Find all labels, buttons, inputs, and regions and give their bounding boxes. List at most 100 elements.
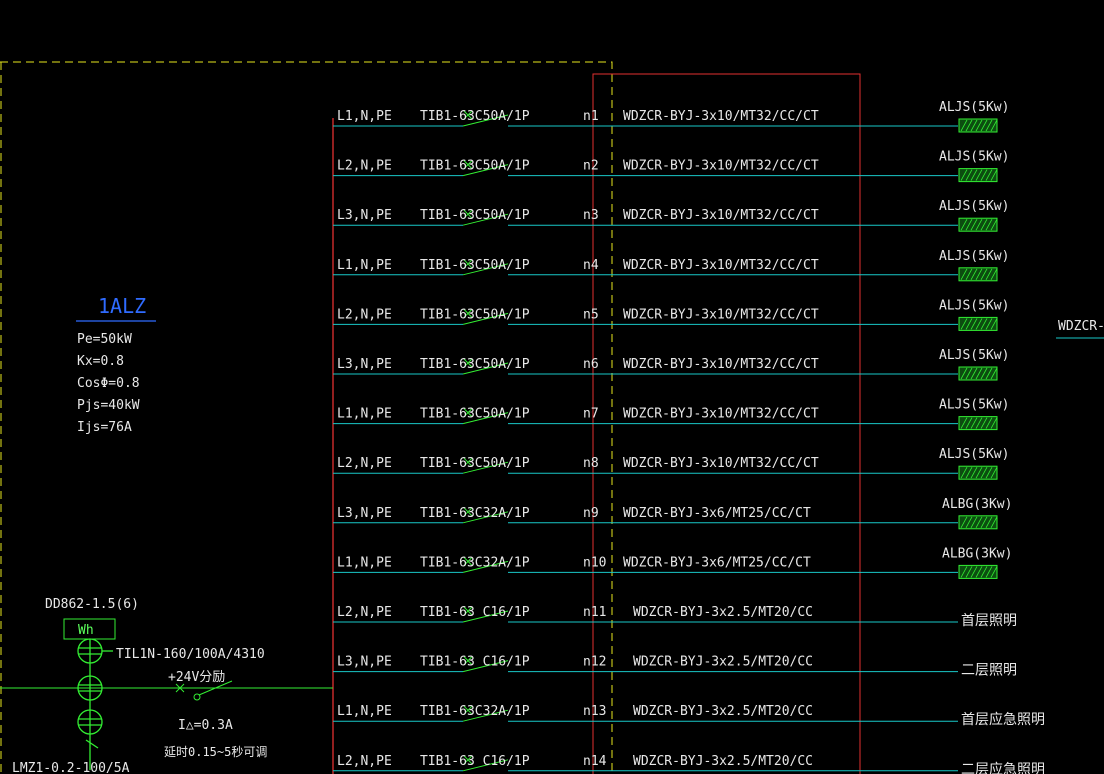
panel-param-pjs: Pjs=40kW: [77, 398, 140, 413]
circuit-id: n12: [583, 655, 606, 670]
circuit-phase: L1,N,PE: [337, 258, 392, 273]
circuit-breaker-model: TIB1-63C50A/1P: [420, 208, 530, 223]
circuit-phase: L3,N,PE: [337, 208, 392, 223]
circuit-load-name: 首层照明: [961, 613, 1017, 629]
circuit-id: n10: [583, 555, 606, 570]
circuit-cable-spec: WDZCR-BYJ-3x10/MT32/CC/CT: [623, 208, 819, 223]
panel-param-cos: CosΦ=0.8: [77, 376, 140, 391]
circuit-breaker-model: TIB1-63 C16/1P: [420, 754, 530, 769]
circuit-breaker-model: TIB1-63C50A/1P: [420, 258, 530, 273]
circuit-id: n7: [583, 407, 599, 422]
circuit-breaker-model: TIB1-63C50A/1P: [420, 307, 530, 322]
circuit-phase: L3,N,PE: [337, 357, 392, 372]
circuit-breaker-model: TIB1-63 C16/1P: [420, 655, 530, 670]
meter-model: DD862-1.5(6): [45, 597, 139, 612]
circuit-id: n8: [583, 456, 599, 471]
shunt-trip-label: +24V分励: [168, 670, 225, 685]
circuit-cable-spec: WDZCR-BYJ-3x10/MT32/CC/CT: [623, 407, 819, 422]
circuit-row: L2,N,PE TIB1-63C50A/1P n8 WDZCR-BYJ-3x10/MT…: [333, 447, 1009, 480]
circuit-row: L1,N,PE TIB1-63C50A/1P n4 WDZCR-BYJ-3x10/MT…: [333, 249, 1009, 282]
circuit-row: L3,N,PE TIB1-63C32A/1P n9 WDZCR-BYJ-3x6/MT2…: [333, 497, 1012, 530]
circuit-row: L1,N,PE TIB1-63C50A/1P n7 WDZCR-BYJ-3x10/MT…: [333, 398, 1009, 431]
circuit-breaker-model: TIB1-63C50A/1P: [420, 456, 530, 471]
circuit-phase: L2,N,PE: [337, 307, 392, 322]
circuit-phase: L2,N,PE: [337, 605, 392, 620]
panel-name: 1ALZ: [98, 294, 146, 318]
circuit-row: L3,N,PE TIB1-63C50A/1P n3 WDZCR-BYJ-3x10/MT…: [333, 199, 1009, 232]
circuit-phase: L3,N,PE: [337, 655, 392, 670]
circuit-cable-spec: WDZCR-BYJ-3x2.5/MT20/CC: [633, 704, 813, 719]
circuit-row: L2,N,PE TIB1-63 C16/1P n11 WDZCR-BYJ-3x2.5/…: [333, 605, 1017, 629]
circuit-phase: L1,N,PE: [337, 704, 392, 719]
circuit-cable-spec: WDZCR-BYJ-3x10/MT32/CC/CT: [623, 456, 819, 471]
circuit-id: n11: [583, 605, 606, 620]
circuit-phase: L1,N,PE: [337, 555, 392, 570]
circuit-load-name: ALJS(5Kw): [939, 447, 1009, 462]
circuit-row: L3,N,PE TIB1-63 C16/1P n12 WDZCR-BYJ-3x2.5/…: [333, 655, 1017, 679]
circuit-load-name: ALBG(3Kw): [942, 497, 1012, 512]
circuit-breaker-model: TIB1-63C32A/1P: [420, 506, 530, 521]
ct-model: LMZ1-0.2-100/5A: [12, 761, 130, 774]
leakage-current-label: I△=0.3A: [178, 718, 233, 733]
outgoing-cable-label: WDZCR-: [1058, 319, 1104, 334]
circuit-id: n2: [583, 159, 599, 174]
circuit-phase: L1,N,PE: [337, 109, 392, 124]
circuit-cable-spec: WDZCR-BYJ-3x10/MT32/CC/CT: [623, 258, 819, 273]
circuit-id: n6: [583, 357, 599, 372]
circuit-load-name: ALJS(5Kw): [939, 150, 1009, 165]
panel-schedule-drawing: 1ALZ Pe=50kW Kx=0.8 CosΦ=0.8 Pjs=40kW Ij…: [0, 61, 1104, 774]
circuit-breaker-model: TIB1-63C50A/1P: [420, 357, 530, 372]
circuit-id: n9: [583, 506, 599, 521]
circuit-id: n4: [583, 258, 599, 273]
circuit-cable-spec: WDZCR-BYJ-3x2.5/MT20/CC: [633, 605, 813, 620]
circuit-id: n14: [583, 754, 607, 769]
circuit-row: L1,N,PE TIB1-63C32A/1P n13 WDZCR-BYJ-3x2.5/…: [333, 704, 1045, 728]
circuit-cable-spec: WDZCR-BYJ-3x6/MT25/CC/CT: [623, 555, 811, 570]
circuit-cable-spec: WDZCR-BYJ-3x10/MT32/CC/CT: [623, 357, 819, 372]
circuit-phase: L3,N,PE: [337, 506, 392, 521]
main-breaker-model: TIL1N-160/100A/4310: [116, 647, 265, 662]
circuit-id: n5: [583, 307, 599, 322]
circuit-load-name: ALJS(5Kw): [939, 199, 1009, 214]
circuit-cable-spec: WDZCR-BYJ-3x10/MT32/CC/CT: [623, 109, 819, 124]
circuit-load-name: 首层应急照明: [961, 711, 1045, 728]
circuit-load-name: 二层照明: [961, 663, 1017, 679]
circuit-row: L2,N,PE TIB1-63 C16/1P n14 WDZCR-BYJ-3x2.5/…: [333, 754, 1045, 774]
circuit-cable-spec: WDZCR-BYJ-3x6/MT25/CC/CT: [623, 506, 811, 521]
circuit-phase: L2,N,PE: [337, 456, 392, 471]
circuit-cable-spec: WDZCR-BYJ-3x2.5/MT20/CC: [633, 754, 813, 769]
circuit-breaker-model: TIB1-63 C16/1P: [420, 605, 530, 620]
circuit-phase: L2,N,PE: [337, 754, 392, 769]
circuit-cable-spec: WDZCR-BYJ-3x2.5/MT20/CC: [633, 655, 813, 670]
panel-param-ijs: Ijs=76A: [77, 420, 132, 435]
circuit-row: L1,N,PE TIB1-63C50A/1P n1 WDZCR-BYJ-3x10/MT…: [333, 100, 1009, 133]
circuit-row: L2,N,PE TIB1-63C50A/1P n2 WDZCR-BYJ-3x10/MT…: [333, 150, 1009, 183]
circuit-breaker-model: TIB1-63C32A/1P: [420, 555, 530, 570]
circuit-id: n3: [583, 208, 599, 223]
circuit-id: n1: [583, 109, 599, 124]
panel-param-pe: Pe=50kW: [77, 332, 132, 347]
panel-parameters: Pe=50kW Kx=0.8 CosΦ=0.8 Pjs=40kW Ijs=76A: [77, 332, 140, 435]
circuit-load-name: ALJS(5Kw): [939, 100, 1009, 115]
circuit-load-name: ALJS(5Kw): [939, 298, 1009, 313]
circuit-load-name: ALJS(5Kw): [939, 348, 1009, 363]
panel-param-kx: Kx=0.8: [77, 354, 124, 369]
circuit-load-name: ALJS(5Kw): [939, 249, 1009, 264]
circuit-list: L1,N,PE TIB1-63C50A/1P n1 WDZCR-BYJ-3x10/MT…: [333, 100, 1045, 774]
circuit-breaker-model: TIB1-63C50A/1P: [420, 407, 530, 422]
circuit-load-name: 二层应急照明: [961, 761, 1045, 774]
circuit-phase: L1,N,PE: [337, 407, 392, 422]
circuit-breaker-model: TIB1-63C32A/1P: [420, 704, 530, 719]
circuit-cable-spec: WDZCR-BYJ-3x10/MT32/CC/CT: [623, 159, 819, 174]
circuit-load-name: ALJS(5Kw): [939, 398, 1009, 413]
circuit-row: L1,N,PE TIB1-63C32A/1P n10 WDZCR-BYJ-3x6/MT…: [333, 546, 1012, 579]
circuit-breaker-model: TIB1-63C50A/1P: [420, 109, 530, 124]
delay-note: 延时0.15~5秒可调: [164, 745, 267, 759]
meter-symbol: Wh: [78, 623, 94, 638]
circuit-load-name: ALBG(3Kw): [942, 546, 1012, 561]
circuit-row: L3,N,PE TIB1-63C50A/1P n6 WDZCR-BYJ-3x10/MT…: [333, 348, 1009, 381]
circuit-breaker-model: TIB1-63C50A/1P: [420, 159, 530, 174]
circuit-id: n13: [583, 704, 606, 719]
circuit-row: L2,N,PE TIB1-63C50A/1P n5 WDZCR-BYJ-3x10/MT…: [333, 298, 1009, 331]
circuit-phase: L2,N,PE: [337, 159, 392, 174]
